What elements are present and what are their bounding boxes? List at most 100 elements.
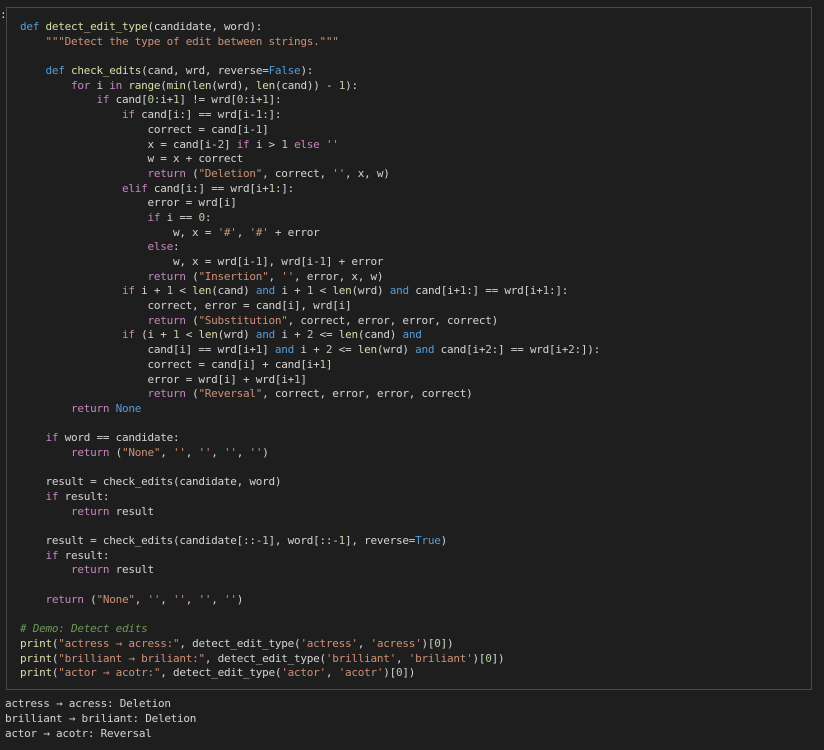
code-line: if result: xyxy=(20,490,600,505)
code-token: '' xyxy=(147,592,161,606)
code-token: def xyxy=(45,64,71,78)
code-token: + error xyxy=(268,225,320,239)
code-token: w, x = wrd[i- xyxy=(20,255,256,268)
code-token: ] xyxy=(223,137,237,151)
code-token: len xyxy=(332,284,352,298)
code-token: , xyxy=(268,269,282,283)
code-token: , xyxy=(236,225,250,239)
code-token: if xyxy=(96,93,116,107)
code-token: result = check_edits(candidate[::- xyxy=(20,534,263,548)
code-line: print("brilliant → briliant:", detect_ed… xyxy=(20,652,600,667)
code-token: , correct, error, error, correct) xyxy=(262,387,473,401)
code-token: ]) xyxy=(491,651,505,665)
code-token: cand[i:] == wrd[i+ xyxy=(153,181,269,195)
code-token: "Insertion" xyxy=(198,269,269,283)
code-token: len xyxy=(338,328,358,342)
code-token: (cand) xyxy=(357,328,403,342)
code-token: error = wrd[i] + wrd[i+ xyxy=(20,372,295,386)
code-token: 'actor' xyxy=(281,666,326,680)
output-line: brilliant → briliant: Deletion xyxy=(5,712,197,725)
code-token: , correct, xyxy=(262,166,333,180)
code-line: return ("Reversal", correct, error, erro… xyxy=(20,387,600,402)
code-token: < xyxy=(179,328,199,342)
output-line: actor → acotr: Reversal xyxy=(5,727,152,740)
code-token: in xyxy=(109,78,129,92)
code-token: i + xyxy=(300,343,326,357)
code-token: ) xyxy=(236,592,244,606)
code-token: "None" xyxy=(121,445,161,459)
code-token: ], word[::- xyxy=(268,534,339,548)
code-token: "actress → acress:" xyxy=(58,636,180,650)
code-token: i > xyxy=(255,137,282,151)
code-token: range xyxy=(128,78,161,92)
code-token: ] != wrd[ xyxy=(179,93,237,107)
code-token: return xyxy=(147,387,193,401)
code-line: w = x + correct xyxy=(20,152,600,167)
code-token: if xyxy=(147,210,167,224)
code-line: else: xyxy=(20,240,600,255)
code-line: x = cand[i-2] if i > 1 else '' xyxy=(20,138,600,153)
code-line: return ("None", '', '', '', '') xyxy=(20,593,600,608)
code-token: return xyxy=(147,166,193,180)
code-line: return None xyxy=(20,402,600,417)
code-token: if xyxy=(121,284,142,298)
code-token: and xyxy=(274,343,301,357)
code-token: )[ xyxy=(472,651,486,665)
code-token: < xyxy=(313,284,333,298)
code-line: # Demo: Detect edits xyxy=(20,622,600,637)
code-token: cand[i:] == wrd[i- xyxy=(141,108,256,122)
code-token: , xyxy=(325,666,339,680)
code-line: error = wrd[i] xyxy=(20,196,600,211)
code-editor[interactable]: def detect_edit_type(candidate, word): "… xyxy=(20,20,600,681)
code-token: 'briliant' xyxy=(408,651,473,665)
code-token: , error, x, w) xyxy=(294,269,384,283)
code-token: ): xyxy=(345,78,358,92)
code-token: result xyxy=(115,563,155,577)
code-line: def check_edits(cand, wrd, reverse=False… xyxy=(20,64,600,79)
code-line: print("actor → acotr:", detect_edit_type… xyxy=(20,666,600,681)
code-line: for i in range(min(len(wrd), len(cand)) … xyxy=(20,79,600,94)
code-token: len xyxy=(192,78,212,92)
code-token: True xyxy=(415,534,441,548)
code-token: , xyxy=(160,445,173,459)
code-token: i + xyxy=(141,284,167,298)
code-token: x = cand[i- xyxy=(20,137,218,151)
code-line: w, x = wrd[i-1], wrd[i-1] + error xyxy=(20,255,600,270)
code-token: for xyxy=(70,78,97,92)
code-token: return xyxy=(70,504,116,518)
code-token: return xyxy=(147,269,193,283)
code-token: len xyxy=(255,78,275,92)
code-token: (wrd) xyxy=(217,328,256,342)
code-token: len xyxy=(192,284,212,298)
code-token: (wrd) xyxy=(376,343,416,357)
code-token: if xyxy=(236,137,256,151)
code-token: , xyxy=(185,445,199,459)
code-token: "Reversal" xyxy=(198,387,263,401)
code-token: 1 xyxy=(281,137,295,151)
code-token: ] + error xyxy=(325,255,384,268)
code-line: if cand[0:i+1] != wrd[0:i+1]: xyxy=(20,93,600,108)
code-token: (cand) xyxy=(211,284,256,298)
code-line: error = wrd[i] + wrd[i+1] xyxy=(20,373,600,388)
code-token: "None" xyxy=(96,592,135,606)
code-cell[interactable]: def detect_edit_type(candidate, word): "… xyxy=(6,7,812,690)
code-token: return xyxy=(70,401,116,415)
code-token: """Detect the type of edit between strin… xyxy=(45,34,339,48)
code-line: return ("Deletion", correct, '', x, w) xyxy=(20,167,600,182)
code-line: """Detect the type of edit between strin… xyxy=(20,35,600,50)
code-line: print("actress → acress:", detect_edit_t… xyxy=(20,637,600,652)
code-token: and xyxy=(255,284,282,298)
code-token: i + xyxy=(281,328,307,342)
code-token: result = check_edits(candidate, word) xyxy=(20,475,282,489)
code-token: ] xyxy=(325,357,333,371)
code-line: return result xyxy=(20,563,600,578)
